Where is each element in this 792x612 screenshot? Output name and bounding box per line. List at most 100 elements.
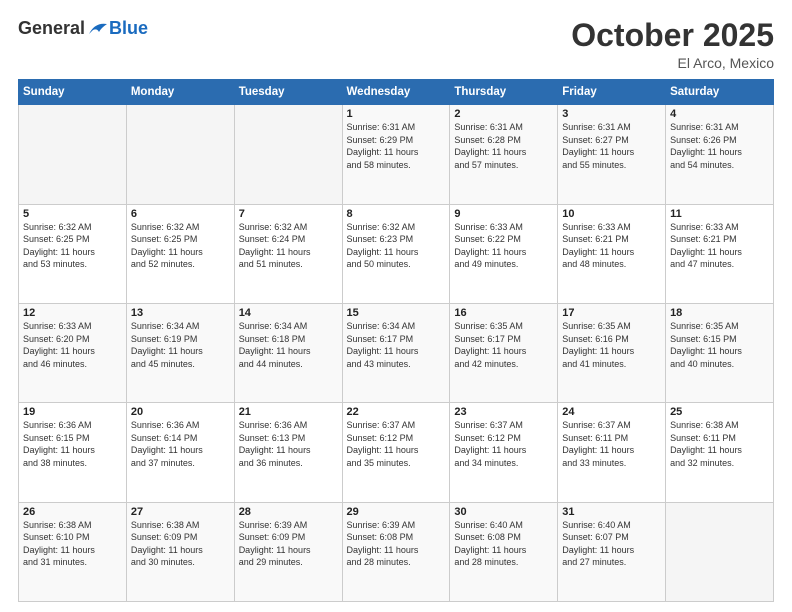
day-number: 19 — [23, 406, 122, 418]
day-info: Sunrise: 6:36 AM Sunset: 6:15 PM Dayligh… — [23, 419, 122, 469]
day-number: 4 — [670, 108, 769, 120]
day-info: Sunrise: 6:38 AM Sunset: 6:09 PM Dayligh… — [131, 519, 230, 569]
day-cell-9: 7Sunrise: 6:32 AM Sunset: 6:24 PM Daylig… — [234, 204, 342, 303]
week-row-5: 26Sunrise: 6:38 AM Sunset: 6:10 PM Dayli… — [19, 502, 774, 601]
day-cell-5: 3Sunrise: 6:31 AM Sunset: 6:27 PM Daylig… — [558, 105, 666, 204]
col-saturday: Saturday — [666, 80, 774, 105]
day-cell-33: 31Sunrise: 6:40 AM Sunset: 6:07 PM Dayli… — [558, 502, 666, 601]
day-info: Sunrise: 6:37 AM Sunset: 6:12 PM Dayligh… — [454, 419, 553, 469]
logo: General Blue — [18, 18, 148, 39]
day-number: 15 — [347, 307, 446, 319]
day-cell-10: 8Sunrise: 6:32 AM Sunset: 6:23 PM Daylig… — [342, 204, 450, 303]
day-cell-27: 25Sunrise: 6:38 AM Sunset: 6:11 PM Dayli… — [666, 403, 774, 502]
day-number: 30 — [454, 506, 553, 518]
day-info: Sunrise: 6:39 AM Sunset: 6:09 PM Dayligh… — [239, 519, 338, 569]
day-info: Sunrise: 6:34 AM Sunset: 6:17 PM Dayligh… — [347, 320, 446, 370]
logo-blue: Blue — [109, 18, 148, 39]
day-cell-26: 24Sunrise: 6:37 AM Sunset: 6:11 PM Dayli… — [558, 403, 666, 502]
col-sunday: Sunday — [19, 80, 127, 105]
day-cell-20: 18Sunrise: 6:35 AM Sunset: 6:15 PM Dayli… — [666, 303, 774, 402]
day-cell-16: 14Sunrise: 6:34 AM Sunset: 6:18 PM Dayli… — [234, 303, 342, 402]
day-info: Sunrise: 6:37 AM Sunset: 6:12 PM Dayligh… — [347, 419, 446, 469]
day-number: 24 — [562, 406, 661, 418]
day-cell-14: 12Sunrise: 6:33 AM Sunset: 6:20 PM Dayli… — [19, 303, 127, 402]
day-cell-24: 22Sunrise: 6:37 AM Sunset: 6:12 PM Dayli… — [342, 403, 450, 502]
day-number: 23 — [454, 406, 553, 418]
day-cell-30: 28Sunrise: 6:39 AM Sunset: 6:09 PM Dayli… — [234, 502, 342, 601]
day-cell-4: 2Sunrise: 6:31 AM Sunset: 6:28 PM Daylig… — [450, 105, 558, 204]
day-number: 25 — [670, 406, 769, 418]
day-number: 14 — [239, 307, 338, 319]
day-number: 26 — [23, 506, 122, 518]
day-info: Sunrise: 6:40 AM Sunset: 6:08 PM Dayligh… — [454, 519, 553, 569]
day-number: 6 — [131, 208, 230, 220]
day-cell-21: 19Sunrise: 6:36 AM Sunset: 6:15 PM Dayli… — [19, 403, 127, 502]
day-info: Sunrise: 6:31 AM Sunset: 6:27 PM Dayligh… — [562, 121, 661, 171]
day-info: Sunrise: 6:31 AM Sunset: 6:28 PM Dayligh… — [454, 121, 553, 171]
day-cell-2 — [234, 105, 342, 204]
day-cell-19: 17Sunrise: 6:35 AM Sunset: 6:16 PM Dayli… — [558, 303, 666, 402]
day-info: Sunrise: 6:32 AM Sunset: 6:23 PM Dayligh… — [347, 221, 446, 271]
day-info: Sunrise: 6:35 AM Sunset: 6:16 PM Dayligh… — [562, 320, 661, 370]
day-number: 16 — [454, 307, 553, 319]
day-cell-13: 11Sunrise: 6:33 AM Sunset: 6:21 PM Dayli… — [666, 204, 774, 303]
day-cell-32: 30Sunrise: 6:40 AM Sunset: 6:08 PM Dayli… — [450, 502, 558, 601]
week-row-3: 12Sunrise: 6:33 AM Sunset: 6:20 PM Dayli… — [19, 303, 774, 402]
page: General Blue October 2025 El Arco, Mexic… — [0, 0, 792, 612]
day-cell-23: 21Sunrise: 6:36 AM Sunset: 6:13 PM Dayli… — [234, 403, 342, 502]
day-cell-3: 1Sunrise: 6:31 AM Sunset: 6:29 PM Daylig… — [342, 105, 450, 204]
day-info: Sunrise: 6:33 AM Sunset: 6:20 PM Dayligh… — [23, 320, 122, 370]
day-number: 2 — [454, 108, 553, 120]
day-cell-11: 9Sunrise: 6:33 AM Sunset: 6:22 PM Daylig… — [450, 204, 558, 303]
day-number: 31 — [562, 506, 661, 518]
week-row-2: 5Sunrise: 6:32 AM Sunset: 6:25 PM Daylig… — [19, 204, 774, 303]
col-wednesday: Wednesday — [342, 80, 450, 105]
day-info: Sunrise: 6:34 AM Sunset: 6:18 PM Dayligh… — [239, 320, 338, 370]
day-number: 9 — [454, 208, 553, 220]
day-info: Sunrise: 6:38 AM Sunset: 6:10 PM Dayligh… — [23, 519, 122, 569]
day-number: 13 — [131, 307, 230, 319]
day-info: Sunrise: 6:35 AM Sunset: 6:17 PM Dayligh… — [454, 320, 553, 370]
day-number: 27 — [131, 506, 230, 518]
logo-text: General Blue — [18, 18, 148, 39]
title-block: October 2025 El Arco, Mexico — [571, 18, 774, 71]
day-number: 3 — [562, 108, 661, 120]
day-number: 20 — [131, 406, 230, 418]
day-cell-34 — [666, 502, 774, 601]
day-cell-18: 16Sunrise: 6:35 AM Sunset: 6:17 PM Dayli… — [450, 303, 558, 402]
day-number: 11 — [670, 208, 769, 220]
header: General Blue October 2025 El Arco, Mexic… — [18, 18, 774, 71]
day-cell-17: 15Sunrise: 6:34 AM Sunset: 6:17 PM Dayli… — [342, 303, 450, 402]
location: El Arco, Mexico — [571, 55, 774, 71]
day-number: 18 — [670, 307, 769, 319]
day-info: Sunrise: 6:34 AM Sunset: 6:19 PM Dayligh… — [131, 320, 230, 370]
day-info: Sunrise: 6:31 AM Sunset: 6:26 PM Dayligh… — [670, 121, 769, 171]
calendar-table: Sunday Monday Tuesday Wednesday Thursday… — [18, 79, 774, 602]
day-cell-15: 13Sunrise: 6:34 AM Sunset: 6:19 PM Dayli… — [126, 303, 234, 402]
day-info: Sunrise: 6:38 AM Sunset: 6:11 PM Dayligh… — [670, 419, 769, 469]
day-number: 7 — [239, 208, 338, 220]
col-thursday: Thursday — [450, 80, 558, 105]
day-cell-28: 26Sunrise: 6:38 AM Sunset: 6:10 PM Dayli… — [19, 502, 127, 601]
day-info: Sunrise: 6:33 AM Sunset: 6:21 PM Dayligh… — [562, 221, 661, 271]
day-cell-1 — [126, 105, 234, 204]
day-number: 5 — [23, 208, 122, 220]
day-number: 22 — [347, 406, 446, 418]
logo-bird-icon — [87, 20, 109, 38]
col-friday: Friday — [558, 80, 666, 105]
day-info: Sunrise: 6:39 AM Sunset: 6:08 PM Dayligh… — [347, 519, 446, 569]
calendar-header-row: Sunday Monday Tuesday Wednesday Thursday… — [19, 80, 774, 105]
day-cell-7: 5Sunrise: 6:32 AM Sunset: 6:25 PM Daylig… — [19, 204, 127, 303]
day-cell-0 — [19, 105, 127, 204]
day-info: Sunrise: 6:33 AM Sunset: 6:22 PM Dayligh… — [454, 221, 553, 271]
day-cell-8: 6Sunrise: 6:32 AM Sunset: 6:25 PM Daylig… — [126, 204, 234, 303]
week-row-1: 1Sunrise: 6:31 AM Sunset: 6:29 PM Daylig… — [19, 105, 774, 204]
day-info: Sunrise: 6:33 AM Sunset: 6:21 PM Dayligh… — [670, 221, 769, 271]
day-cell-12: 10Sunrise: 6:33 AM Sunset: 6:21 PM Dayli… — [558, 204, 666, 303]
day-cell-25: 23Sunrise: 6:37 AM Sunset: 6:12 PM Dayli… — [450, 403, 558, 502]
day-number: 29 — [347, 506, 446, 518]
day-cell-22: 20Sunrise: 6:36 AM Sunset: 6:14 PM Dayli… — [126, 403, 234, 502]
day-info: Sunrise: 6:40 AM Sunset: 6:07 PM Dayligh… — [562, 519, 661, 569]
day-info: Sunrise: 6:32 AM Sunset: 6:25 PM Dayligh… — [23, 221, 122, 271]
day-cell-31: 29Sunrise: 6:39 AM Sunset: 6:08 PM Dayli… — [342, 502, 450, 601]
